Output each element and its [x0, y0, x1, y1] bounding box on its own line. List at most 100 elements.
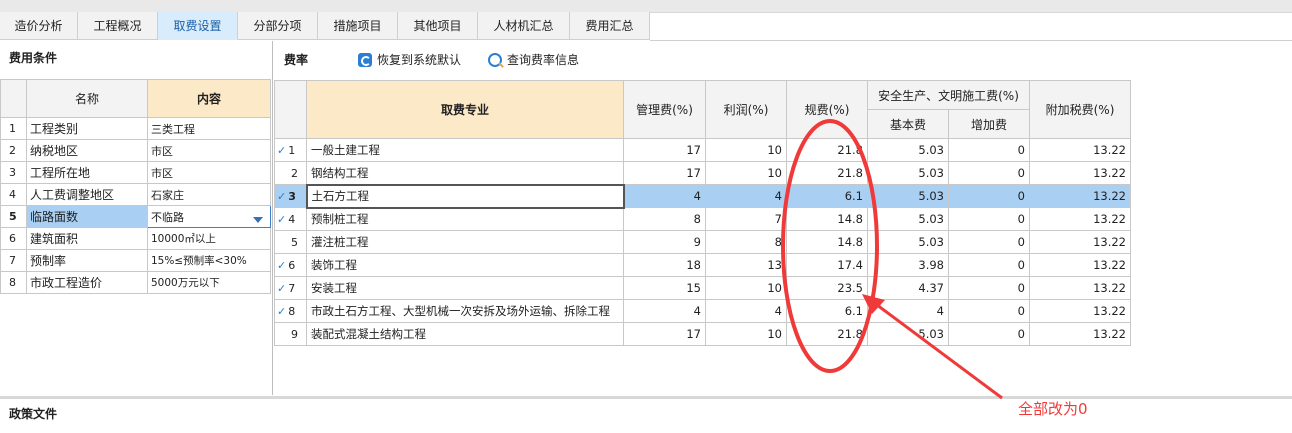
row-index[interactable]: 5 — [274, 230, 307, 254]
major-name[interactable]: 一般土建工程 — [306, 138, 624, 162]
mgmt-cell[interactable]: 17 — [623, 138, 706, 162]
tax-cell[interactable]: 13.22 — [1029, 207, 1131, 231]
tab-1[interactable]: 造价分析 — [0, 12, 78, 40]
condition-value[interactable]: 三类工程 — [147, 117, 271, 140]
mgmt-cell[interactable]: 17 — [623, 322, 706, 346]
profit-cell[interactable]: 10 — [705, 138, 787, 162]
major-name[interactable]: 钢结构工程 — [306, 161, 624, 185]
row-index[interactable]: ✓ 1 — [274, 138, 307, 162]
mgmt-cell[interactable]: 15 — [623, 276, 706, 300]
condition-value[interactable]: 10000㎡以上 — [147, 227, 271, 250]
tax-cell[interactable]: 13.22 — [1029, 299, 1131, 323]
profit-cell[interactable]: 13 — [705, 253, 787, 277]
extra-cell[interactable]: 0 — [948, 322, 1030, 346]
table-row[interactable]: 7 预制率 15%≤预制率<30% — [0, 249, 271, 272]
fees-cell[interactable]: 14.8 — [786, 207, 868, 231]
tax-cell[interactable]: 13.22 — [1029, 322, 1131, 346]
row-index[interactable]: ✓ 8 — [274, 299, 307, 323]
tax-cell[interactable]: 13.22 — [1029, 184, 1131, 208]
tab-4[interactable]: 分部分项 — [238, 12, 318, 40]
profit-cell[interactable]: 10 — [705, 161, 787, 185]
tax-cell[interactable]: 13.22 — [1029, 138, 1131, 162]
table-row[interactable]: 9 装配式混凝土结构工程 17 10 21.8 5.03 0 13.22 — [274, 322, 1131, 346]
tab-3[interactable]: 取费设置 — [158, 12, 238, 40]
fees-cell[interactable]: 23.5 — [786, 276, 868, 300]
table-row[interactable]: ✓ 1 一般土建工程 17 10 21.8 5.03 0 13.22 — [274, 138, 1131, 162]
fees-cell[interactable]: 21.8 — [786, 161, 868, 185]
table-row[interactable]: ✓ 4 预制桩工程 8 7 14.8 5.03 0 13.22 — [274, 207, 1131, 231]
row-index[interactable]: ✓ 7 — [274, 276, 307, 300]
tax-cell[interactable]: 13.22 — [1029, 253, 1131, 277]
query-rate-button[interactable]: 查询费率信息 — [488, 41, 579, 79]
extra-cell[interactable]: 0 — [948, 161, 1030, 185]
profit-cell[interactable]: 4 — [705, 184, 787, 208]
row-index[interactable]: ✓ 6 — [274, 253, 307, 277]
extra-cell[interactable]: 0 — [948, 207, 1030, 231]
major-name[interactable]: 灌注桩工程 — [306, 230, 624, 254]
fees-cell[interactable]: 17.4 — [786, 253, 868, 277]
table-row[interactable]: 3 工程所在地 市区 — [0, 161, 271, 184]
table-row[interactable]: ✓ 6 装饰工程 18 13 17.4 3.98 0 13.22 — [274, 253, 1131, 277]
tab-2[interactable]: 工程概况 — [78, 12, 158, 40]
major-name[interactable]: 装饰工程 — [306, 253, 624, 277]
major-name[interactable]: 土石方工程 — [305, 183, 625, 209]
condition-value[interactable]: 石家庄 — [147, 183, 271, 206]
table-row[interactable]: 5 临路面数 不临路 — [0, 205, 271, 228]
tab-7[interactable]: 人材机汇总 — [478, 12, 570, 40]
row-index[interactable]: 2 — [274, 161, 307, 185]
table-row[interactable]: ✓ 7 安装工程 15 10 23.5 4.37 0 13.22 — [274, 276, 1131, 300]
base-cell[interactable]: 4 — [867, 299, 949, 323]
extra-cell[interactable]: 0 — [948, 299, 1030, 323]
table-row[interactable]: 2 钢结构工程 17 10 21.8 5.03 0 13.22 — [274, 161, 1131, 185]
extra-cell[interactable]: 0 — [948, 184, 1030, 208]
table-row[interactable]: 8 市政工程造价 5000万元以下 — [0, 271, 271, 294]
row-index[interactable]: ✓ 4 — [274, 207, 307, 231]
profit-cell[interactable]: 8 — [705, 230, 787, 254]
fees-cell[interactable]: 14.8 — [786, 230, 868, 254]
profit-cell[interactable]: 10 — [705, 276, 787, 300]
mgmt-cell[interactable]: 8 — [623, 207, 706, 231]
base-cell[interactable]: 4.37 — [867, 276, 949, 300]
base-cell[interactable]: 5.03 — [867, 184, 949, 208]
base-cell[interactable]: 5.03 — [867, 230, 949, 254]
mgmt-cell[interactable]: 17 — [623, 161, 706, 185]
profit-cell[interactable]: 7 — [705, 207, 787, 231]
mgmt-cell[interactable]: 4 — [623, 299, 706, 323]
base-cell[interactable]: 5.03 — [867, 322, 949, 346]
fees-cell[interactable]: 21.8 — [786, 322, 868, 346]
tax-cell[interactable]: 13.22 — [1029, 230, 1131, 254]
tab-8[interactable]: 费用汇总 — [570, 12, 650, 40]
major-name[interactable]: 装配式混凝土结构工程 — [306, 322, 624, 346]
major-name[interactable]: 安装工程 — [306, 276, 624, 300]
major-name[interactable]: 市政土石方工程、大型机械一次安拆及场外运输、拆除工程 — [306, 299, 624, 323]
extra-cell[interactable]: 0 — [948, 276, 1030, 300]
tab-5[interactable]: 措施项目 — [318, 12, 398, 40]
tax-cell[interactable]: 13.22 — [1029, 161, 1131, 185]
mgmt-cell[interactable]: 4 — [623, 184, 706, 208]
fees-cell[interactable]: 6.1 — [786, 184, 868, 208]
table-row[interactable]: ✓ 3 土石方工程 4 4 6.1 5.03 0 13.22 — [274, 183, 1131, 209]
row-index[interactable]: ✓ 3 — [274, 184, 307, 208]
row-index[interactable]: 9 — [274, 322, 307, 346]
restore-default-button[interactable]: 恢复到系统默认 — [358, 41, 461, 79]
extra-cell[interactable]: 0 — [948, 253, 1030, 277]
fees-cell[interactable]: 6.1 — [786, 299, 868, 323]
table-row[interactable]: 5 灌注桩工程 9 8 14.8 5.03 0 13.22 — [274, 230, 1131, 254]
chevron-down-icon[interactable] — [253, 216, 263, 223]
base-cell[interactable]: 5.03 — [867, 207, 949, 231]
table-row[interactable]: 6 建筑面积 10000㎡以上 — [0, 227, 271, 250]
tax-cell[interactable]: 13.22 — [1029, 276, 1131, 300]
table-row[interactable]: 1 工程类别 三类工程 — [0, 117, 271, 140]
condition-value[interactable]: 15%≤预制率<30% — [147, 249, 271, 272]
profit-cell[interactable]: 4 — [705, 299, 787, 323]
base-cell[interactable]: 5.03 — [867, 138, 949, 162]
major-name[interactable]: 预制桩工程 — [306, 207, 624, 231]
table-row[interactable]: ✓ 8 市政土石方工程、大型机械一次安拆及场外运输、拆除工程 4 4 6.1 4 0 13.22 — [274, 299, 1131, 323]
fees-cell[interactable]: 21.8 — [786, 138, 868, 162]
extra-cell[interactable]: 0 — [948, 230, 1030, 254]
condition-value[interactable]: 5000万元以下 — [147, 271, 271, 294]
tab-6[interactable]: 其他项目 — [398, 12, 478, 40]
mgmt-cell[interactable]: 9 — [623, 230, 706, 254]
mgmt-cell[interactable]: 18 — [623, 253, 706, 277]
condition-value[interactable]: 不临路 — [147, 205, 271, 228]
